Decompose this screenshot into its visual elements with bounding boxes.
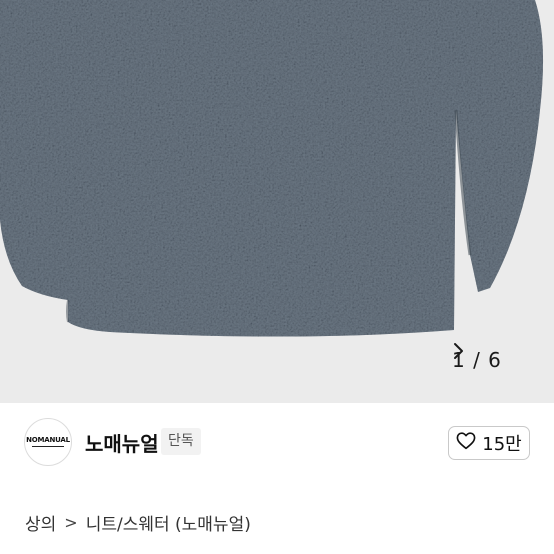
seller-name[interactable]: 노매뉴얼	[85, 428, 159, 457]
logo-underline	[32, 446, 64, 447]
exclusive-badge: 단독	[161, 428, 201, 455]
like-count: 15만	[482, 434, 522, 455]
image-pager: 1 / 6	[452, 342, 534, 378]
breadcrumb-item-knit[interactable]: 니트/스웨터 (노매뉴얼)	[86, 510, 251, 535]
like-button[interactable]: 15만	[448, 426, 530, 460]
breadcrumb: 상의 > 니트/스웨터 (노매뉴얼)	[25, 510, 251, 535]
heart-icon	[456, 432, 476, 454]
seller-logo: NOMANUAL	[26, 436, 70, 444]
breadcrumb-item-top[interactable]: 상의	[25, 510, 56, 535]
product-title-cropped	[25, 547, 445, 554]
chevron-right-icon[interactable]	[454, 343, 534, 371]
seller-avatar[interactable]: NOMANUAL	[24, 418, 72, 466]
product-image-gallery[interactable]: 1 / 6	[0, 0, 554, 403]
breadcrumb-separator: >	[64, 513, 78, 532]
